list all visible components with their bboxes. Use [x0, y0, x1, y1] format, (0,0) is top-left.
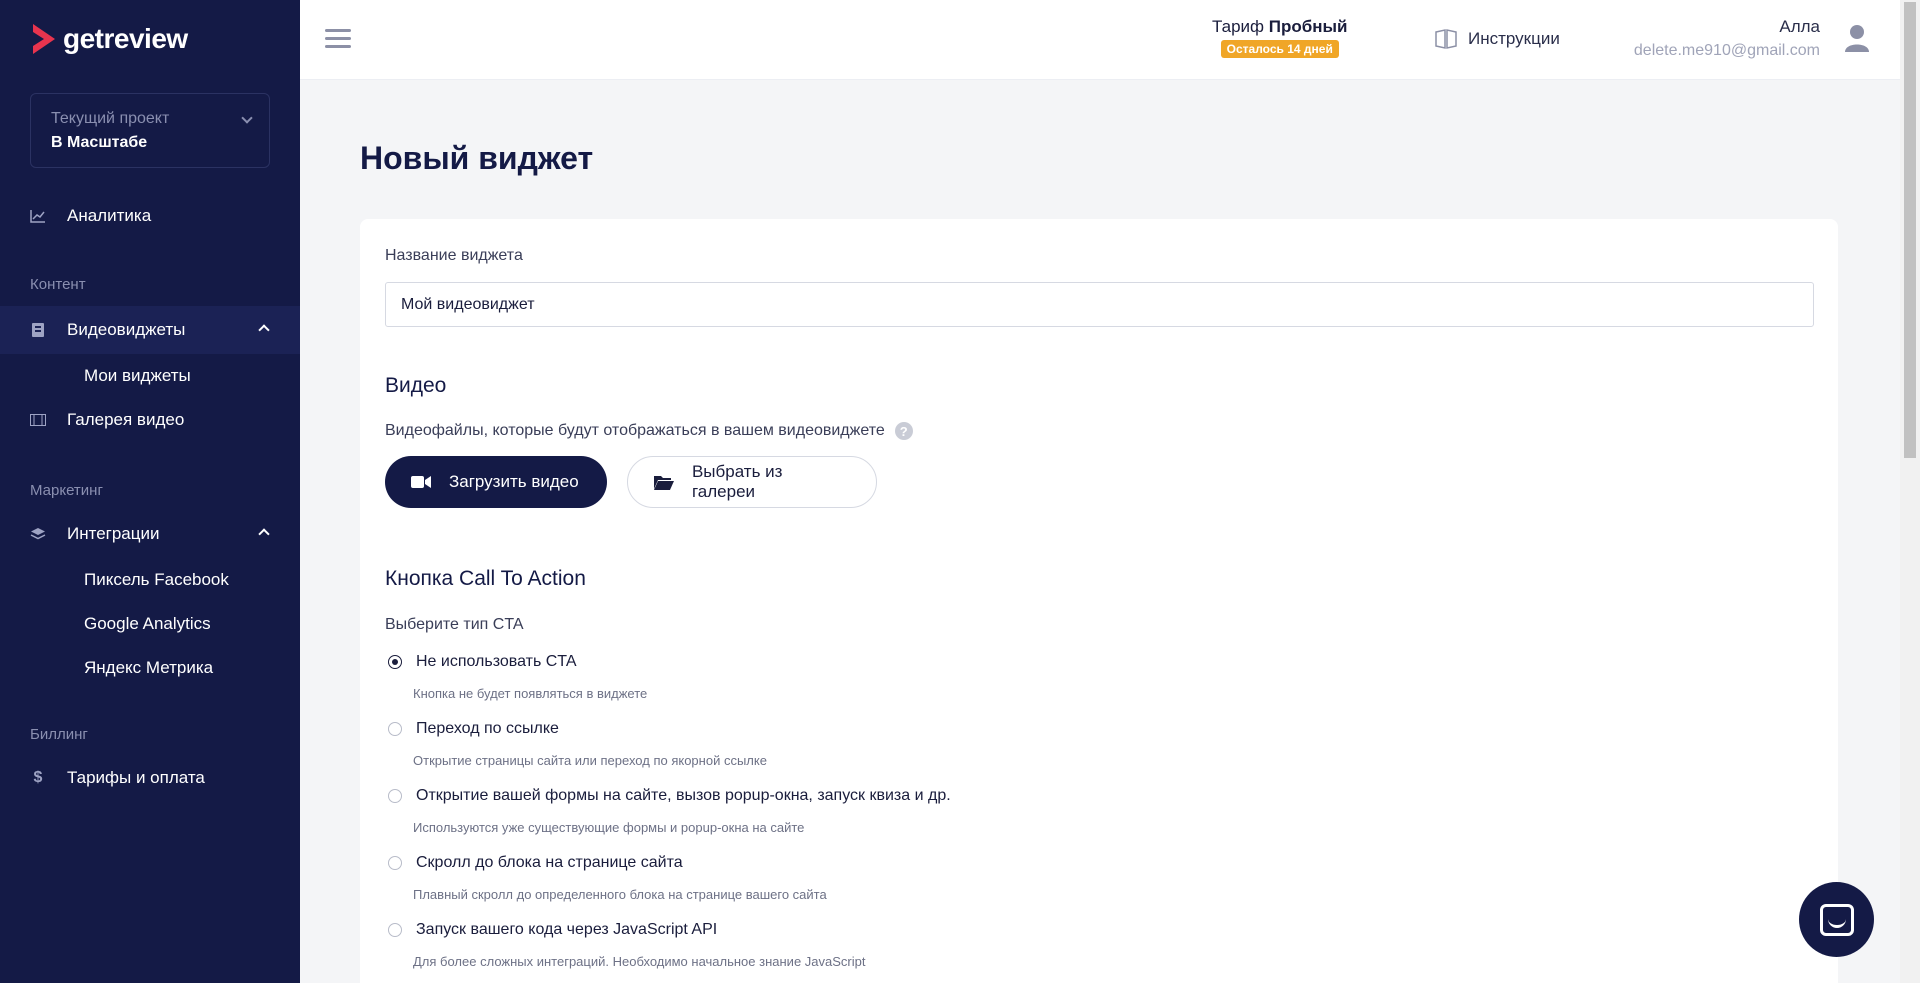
cta-option-label: Не использовать CTA [416, 653, 577, 670]
user-name: Алла [1779, 17, 1820, 36]
film-icon [30, 412, 46, 428]
sidebar-subitem-yandex-metrica[interactable]: Яндекс Метрика [84, 658, 213, 678]
section-marketing: Маркетинг [30, 482, 103, 499]
user-email: delete.me910@gmail.com [1633, 42, 1820, 59]
video-help-line: Видеофайлы, которые будут отображаться в… [385, 422, 913, 440]
tariff-prefix: Тариф [1212, 17, 1265, 36]
video-widget-icon [30, 322, 46, 338]
project-selector[interactable]: Текущий проект В Масштабе [30, 93, 270, 168]
radio-button[interactable] [388, 789, 402, 803]
sidebar-item-label: Тарифы и оплата [67, 768, 205, 787]
upload-video-label: Загрузить видео [449, 472, 579, 491]
tariff-name: Пробный [1268, 17, 1348, 36]
cta-option-desc: Для более сложных интеграций. Необходимо… [413, 954, 866, 969]
cta-option-scroll[interactable]: Скролл до блока на странице сайта [388, 854, 683, 872]
cta-option-desc: Кнопка не будет появляться в виджете [413, 686, 648, 701]
page-title: Новый виджет [360, 140, 594, 176]
cta-option-js-api[interactable]: Запуск вашего кода через JavaScript API [388, 921, 717, 939]
trial-days-badge: Осталось 14 дней [1220, 40, 1339, 58]
sidebar-item-label: Галерея видео [67, 410, 185, 429]
radio-button[interactable] [388, 923, 402, 937]
cta-option-desc: Используются уже существующие формы и po… [413, 820, 805, 835]
radio-button[interactable] [388, 655, 402, 669]
page-scrollbar[interactable] [1900, 0, 1920, 983]
chart-line-icon [30, 208, 46, 224]
sidebar-item-video-widgets[interactable]: Видеовиджеты [0, 306, 300, 354]
dollar-icon: $ [33, 769, 43, 786]
cta-option-label: Запуск вашего кода через JavaScript API [416, 921, 718, 938]
cta-option-none[interactable]: Не использовать CTA [388, 653, 577, 671]
video-section-title: Видео [385, 374, 447, 397]
chevron-up-icon [258, 324, 270, 336]
choose-from-gallery-label: Выбрать из галереи [691, 462, 783, 501]
cta-option-desc: Открытие страницы сайта или переход по я… [413, 753, 767, 768]
support-chat-button[interactable] [1799, 882, 1874, 957]
user-avatar-icon[interactable] [1844, 24, 1870, 52]
project-name: В Масштабе [51, 134, 148, 151]
sidebar-item-label: Интеграции [67, 524, 160, 543]
widget-form-card: Название виджета Видео Видеофайлы, котор… [360, 219, 1838, 983]
chevron-up-icon [258, 528, 270, 540]
menu-toggle-icon[interactable] [325, 29, 351, 53]
sidebar-item-integrations[interactable]: Интеграции [0, 510, 300, 558]
instructions-link[interactable]: Инструкции [1434, 27, 1560, 51]
project-label: Текущий проект [51, 110, 170, 127]
user-info[interactable]: Алла delete.me910@gmail.com [1634, 17, 1820, 60]
sidebar-item-billing[interactable]: $ Тарифы и оплата [0, 754, 300, 802]
choose-from-gallery-button[interactable]: Выбрать из галереи [627, 456, 877, 508]
cta-option-label: Скролл до блока на странице сайта [416, 854, 683, 871]
question-icon[interactable]: ? [894, 422, 913, 440]
cta-option-link[interactable]: Переход по ссылке [388, 720, 559, 738]
instructions-label: Инструкции [1468, 29, 1560, 48]
app-logo[interactable]: getreview [29, 22, 188, 56]
chat-icon [1819, 903, 1854, 936]
video-camera-icon [411, 476, 431, 488]
logo-text: getreview [63, 23, 188, 54]
section-billing: Биллинг [30, 726, 88, 743]
book-icon [1435, 29, 1457, 49]
widget-name-label: Название виджета [385, 247, 523, 264]
sidebar-item-analytics[interactable]: Аналитика [0, 192, 300, 240]
sidebar-subitem-my-widgets[interactable]: Мои виджеты [84, 366, 191, 386]
section-content: Контент [30, 276, 86, 293]
tariff-line: Тариф Пробный [1212, 17, 1347, 37]
sidebar: getreview Текущий проект В Масштабе Анал… [0, 0, 300, 983]
sidebar-subitem-google-analytics[interactable]: Google Analytics [84, 614, 211, 634]
cta-option-label: Переход по ссылке [416, 720, 559, 737]
scrollbar-thumb[interactable] [1904, 2, 1916, 458]
radio-button[interactable] [388, 722, 402, 736]
sidebar-subitem-pixel-facebook[interactable]: Пиксель Facebook [84, 570, 229, 590]
folder-open-icon [654, 475, 674, 490]
logo-play-icon [33, 24, 55, 54]
layers-icon [30, 526, 46, 542]
sidebar-item-label: Видеовиджеты [67, 320, 186, 339]
tariff-info[interactable]: Тариф Пробный Осталось 14 дней [1212, 17, 1347, 58]
cta-type-label: Выберите тип CTA [385, 616, 524, 633]
sidebar-item-video-gallery[interactable]: Галерея видео [0, 396, 300, 444]
cta-option-form[interactable]: Открытие вашей формы на сайте, вызов pop… [388, 787, 951, 805]
upload-video-button[interactable]: Загрузить видео [385, 456, 607, 508]
cta-option-label: Открытие вашей формы на сайте, вызов pop… [416, 787, 951, 804]
sidebar-item-label: Аналитика [67, 206, 152, 225]
cta-option-desc: Плавный скролл до определенного блока на… [413, 887, 827, 902]
widget-name-input[interactable] [385, 282, 1814, 327]
top-header: Тариф Пробный Осталось 14 дней Инструкци… [300, 0, 1900, 80]
cta-section-title: Кнопка Call To Action [385, 567, 586, 590]
radio-button[interactable] [388, 856, 402, 870]
video-help-text: Видеофайлы, которые будут отображаться в… [385, 422, 885, 439]
